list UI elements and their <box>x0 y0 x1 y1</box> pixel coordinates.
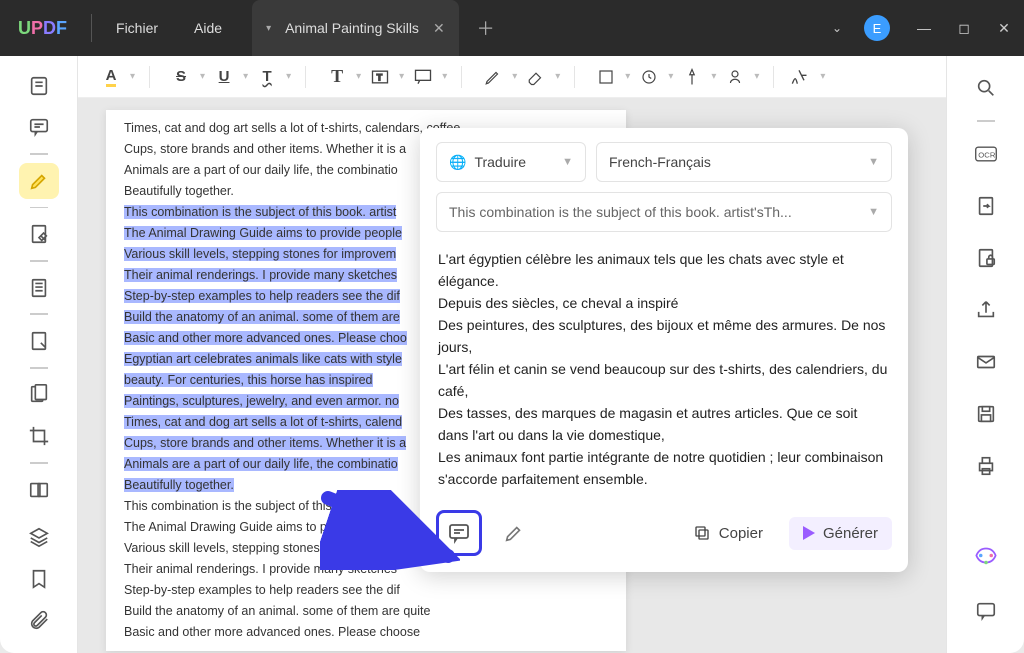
eraser-icon[interactable] <box>519 60 553 94</box>
form-icon[interactable] <box>19 323 59 359</box>
close-icon[interactable]: ✕ <box>433 20 445 37</box>
highlight-color-icon[interactable]: A <box>94 60 128 94</box>
highlight-result-icon[interactable] <box>494 513 534 553</box>
app-logo: UPDF <box>0 18 85 39</box>
compare-icon[interactable] <box>19 472 59 508</box>
edit-page-icon[interactable] <box>19 216 59 252</box>
close-button[interactable]: ✕ <box>984 20 1024 37</box>
svg-text:OCR: OCR <box>978 150 996 159</box>
share-icon[interactable] <box>966 290 1006 330</box>
doc-line: Basic and other more advanced ones. Plea… <box>124 622 608 643</box>
translate-icon: 🌐 <box>449 154 466 171</box>
chevron-down-icon[interactable]: ⌄ <box>832 21 842 35</box>
chevron-down-icon: ▼ <box>868 156 879 168</box>
highlighter-icon[interactable] <box>19 163 59 199</box>
page-organize-icon[interactable] <box>19 377 59 413</box>
text-icon[interactable]: T <box>320 60 354 94</box>
source-preview: This combination is the subject of this … <box>449 204 792 220</box>
generate-button[interactable]: Générer <box>789 517 892 550</box>
menu-file[interactable]: Fichier <box>98 0 176 56</box>
thumbnails-icon[interactable] <box>19 270 59 306</box>
search-icon[interactable] <box>966 68 1006 108</box>
new-tab-button[interactable]: ＋ <box>477 15 495 41</box>
ai-assistant-icon[interactable] <box>966 539 1006 579</box>
comment-icon[interactable] <box>19 110 59 146</box>
attachment-icon[interactable] <box>19 603 59 639</box>
sticker-icon[interactable] <box>718 60 752 94</box>
chevron-down-icon: ▼ <box>562 156 573 168</box>
chat-icon[interactable] <box>966 591 1006 631</box>
add-note-button[interactable] <box>436 510 482 556</box>
convert-icon[interactable] <box>966 186 1006 226</box>
signature-icon[interactable] <box>782 60 816 94</box>
doc-line: Build the anatomy of an animal. some of … <box>124 601 608 622</box>
squiggly-icon[interactable]: T <box>250 60 284 94</box>
translate-panel: 🌐 Traduire ▼ French-Français ▼ This comb… <box>420 128 908 572</box>
minimize-button[interactable]: — <box>904 20 944 36</box>
protect-icon[interactable] <box>966 238 1006 278</box>
chevron-down-icon: ▼ <box>868 206 879 218</box>
translate-label: Traduire <box>474 154 526 170</box>
left-sidebar <box>0 56 78 653</box>
bookmark-icon[interactable] <box>19 561 59 597</box>
mode-dropdown[interactable]: 🌐 Traduire ▼ <box>436 142 586 182</box>
language-label: French-Français <box>609 154 711 170</box>
annotation-toolbar: A▾ S▾ U▾ T▾ T▾ T▾ ▾ ▾ ▾ ▾ ▾ <box>78 56 946 98</box>
ocr-icon[interactable]: OCR <box>966 134 1006 174</box>
pencil-icon[interactable] <box>476 60 510 94</box>
translation-output: L'art égyptien célèbre les animaux tels … <box>436 244 892 504</box>
svg-text:T: T <box>377 72 383 82</box>
textbox-icon[interactable]: T <box>363 60 397 94</box>
document-tab[interactable]: ▾ Animal Painting Skills ✕ <box>252 0 459 56</box>
shape-icon[interactable] <box>589 60 623 94</box>
generate-label: Générer <box>823 525 878 542</box>
print-icon[interactable] <box>966 446 1006 486</box>
tab-title: Animal Painting Skills <box>285 20 419 36</box>
titlebar: UPDF Fichier Aide ▾ Animal Painting Skil… <box>0 0 1024 56</box>
underline-icon[interactable]: U <box>207 60 241 94</box>
right-sidebar: OCR <box>946 56 1024 653</box>
doc-line: Step-by-step examples to help readers se… <box>124 580 608 601</box>
callout-icon[interactable] <box>406 60 440 94</box>
tab-dropdown-icon[interactable]: ▾ <box>266 23 271 34</box>
copy-button[interactable]: Copier <box>679 516 777 550</box>
reader-icon[interactable] <box>19 68 59 104</box>
crop-icon[interactable] <box>19 418 59 454</box>
layers-icon[interactable] <box>19 519 59 555</box>
copy-label: Copier <box>719 525 763 542</box>
menu-help[interactable]: Aide <box>176 0 240 56</box>
save-icon[interactable] <box>966 394 1006 434</box>
user-avatar[interactable]: E <box>864 15 890 41</box>
play-icon <box>803 526 815 540</box>
email-icon[interactable] <box>966 342 1006 382</box>
stamp-icon[interactable] <box>632 60 666 94</box>
pin-icon[interactable] <box>675 60 709 94</box>
language-dropdown[interactable]: French-Français ▼ <box>596 142 892 182</box>
source-text-dropdown[interactable]: This combination is the subject of this … <box>436 192 892 232</box>
maximize-button[interactable]: ◻ <box>944 20 984 37</box>
strikethrough-icon[interactable]: S <box>164 60 198 94</box>
